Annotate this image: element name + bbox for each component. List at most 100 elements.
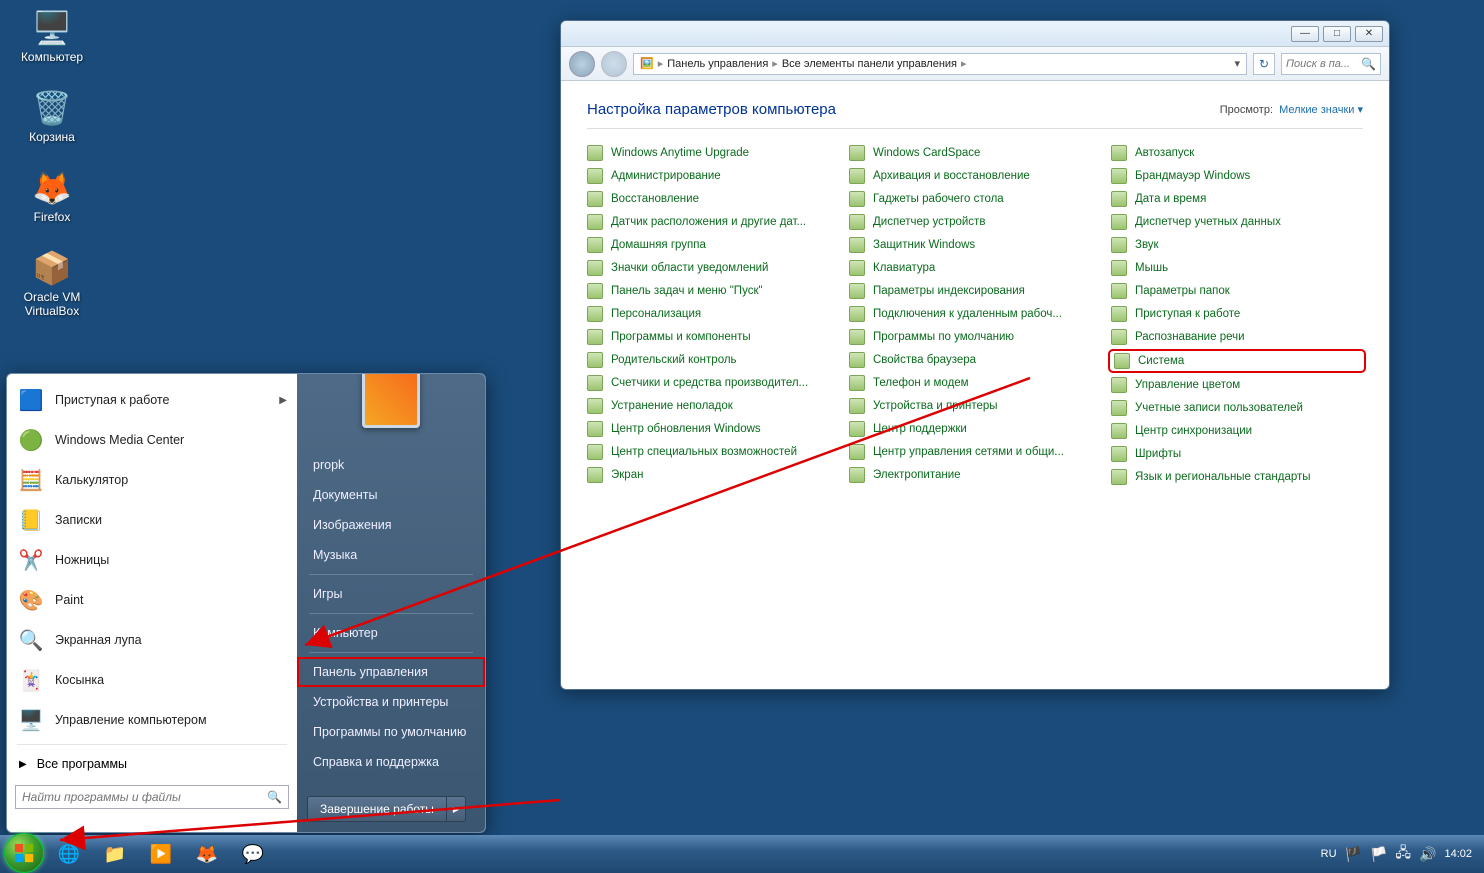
- cp-item[interactable]: Параметры индексирования: [849, 283, 1101, 299]
- cp-item[interactable]: Брандмауэр Windows: [1111, 168, 1363, 184]
- cp-item[interactable]: Программы по умолчанию: [849, 329, 1101, 345]
- cp-item[interactable]: Устранение неполадок: [587, 398, 839, 414]
- cp-item[interactable]: Учетные записи пользователей: [1111, 400, 1363, 416]
- start-item[interactable]: 🟢Windows Media Center: [9, 420, 295, 460]
- breadcrumb[interactable]: 🖼️▸ Панель управления▸ Все элементы пане…: [633, 53, 1247, 75]
- cp-item[interactable]: Клавиатура: [849, 260, 1101, 276]
- all-programs[interactable]: ▶ Все программы: [9, 749, 295, 779]
- start-search[interactable]: 🔍: [15, 785, 289, 809]
- start-right-item[interactable]: Справка и поддержка: [297, 747, 485, 777]
- refresh-button[interactable]: ↻: [1253, 53, 1275, 75]
- start-item[interactable]: 🔍Экранная лупа: [9, 620, 295, 660]
- start-item[interactable]: 🧮Калькулятор: [9, 460, 295, 500]
- cp-item[interactable]: Параметры папок: [1111, 283, 1363, 299]
- start-item[interactable]: 🟦Приступая к работе▶: [9, 380, 295, 420]
- cp-item[interactable]: Центр поддержки: [849, 421, 1101, 437]
- window-titlebar[interactable]: — □ ✕: [561, 21, 1389, 47]
- cp-item[interactable]: Центр синхронизации: [1111, 423, 1363, 439]
- start-right-item[interactable]: Игры: [297, 579, 485, 609]
- cp-item[interactable]: Домашняя группа: [587, 237, 839, 253]
- start-right-item[interactable]: Изображения: [297, 510, 485, 540]
- start-item[interactable]: 🃏Косынка: [9, 660, 295, 700]
- cp-item[interactable]: Панель задач и меню "Пуск": [587, 283, 839, 299]
- tray-network-icon[interactable]: 🖧: [1395, 842, 1411, 866]
- maximize-button[interactable]: □: [1323, 26, 1351, 42]
- cp-item[interactable]: Распознавание речи: [1111, 329, 1363, 345]
- cp-item[interactable]: Центр управления сетями и общи...: [849, 444, 1101, 460]
- cp-item[interactable]: Система: [1111, 352, 1363, 370]
- start-item[interactable]: 📒Записки: [9, 500, 295, 540]
- cp-item[interactable]: Администрирование: [587, 168, 839, 184]
- taskbar-pinned-app[interactable]: 🌐: [48, 839, 90, 869]
- cp-item[interactable]: Windows CardSpace: [849, 145, 1101, 161]
- cp-item[interactable]: Устройства и принтеры: [849, 398, 1101, 414]
- breadcrumb-seg1[interactable]: Панель управления: [667, 58, 768, 70]
- shutdown-menu-button[interactable]: ▸: [446, 796, 466, 822]
- cp-item[interactable]: Подключения к удаленным рабоч...: [849, 306, 1101, 322]
- nav-back-button[interactable]: [569, 51, 595, 77]
- cp-item[interactable]: Экран: [587, 467, 839, 483]
- tray-flag-icon[interactable]: 🏴: [1345, 846, 1362, 863]
- breadcrumb-seg2[interactable]: Все элементы панели управления: [782, 58, 957, 70]
- nav-forward-button[interactable]: [601, 51, 627, 77]
- cp-item[interactable]: Счетчики и средства производител...: [587, 375, 839, 391]
- cp-item[interactable]: Восстановление: [587, 191, 839, 207]
- start-right-item[interactable]: Музыка: [297, 540, 485, 570]
- cp-item[interactable]: Родительский контроль: [587, 352, 839, 368]
- cp-item[interactable]: Персонализация: [587, 306, 839, 322]
- cp-item[interactable]: Значки области уведомлений: [587, 260, 839, 276]
- search-input[interactable]: [1286, 58, 1356, 70]
- cp-item[interactable]: Шрифты: [1111, 446, 1363, 462]
- tray-action-center-icon[interactable]: 🏳️: [1370, 846, 1387, 863]
- minimize-button[interactable]: —: [1291, 26, 1319, 42]
- start-button[interactable]: [4, 833, 44, 873]
- search-box[interactable]: 🔍: [1281, 53, 1381, 75]
- cp-item[interactable]: Звук: [1111, 237, 1363, 253]
- shutdown-button[interactable]: Завершение работы: [307, 796, 446, 822]
- cp-item[interactable]: Программы и компоненты: [587, 329, 839, 345]
- cp-item[interactable]: Язык и региональные стандарты: [1111, 469, 1363, 485]
- cp-item[interactable]: Защитник Windows: [849, 237, 1101, 253]
- cp-item[interactable]: Свойства браузера: [849, 352, 1101, 368]
- desktop-icon-компьютер[interactable]: 🖥️Компьютер: [12, 8, 92, 64]
- cp-item[interactable]: Дата и время: [1111, 191, 1363, 207]
- user-avatar[interactable]: [362, 373, 420, 428]
- cp-item[interactable]: Центр специальных возможностей: [587, 444, 839, 460]
- start-search-input[interactable]: [22, 790, 267, 804]
- cp-item[interactable]: Автозапуск: [1111, 145, 1363, 161]
- desktop-icon-oracle-vm-virtualbox[interactable]: 📦Oracle VM VirtualBox: [12, 248, 92, 318]
- start-user[interactable]: propk: [297, 450, 485, 480]
- start-item[interactable]: ✂️Ножницы: [9, 540, 295, 580]
- cp-item[interactable]: Приступая к работе: [1111, 306, 1363, 322]
- cp-item[interactable]: Windows Anytime Upgrade: [587, 145, 839, 161]
- chevron-right-icon: ▶: [19, 759, 27, 770]
- start-item[interactable]: 🖥️Управление компьютером: [9, 700, 295, 740]
- cp-item[interactable]: Электропитание: [849, 467, 1101, 483]
- cp-item[interactable]: Центр обновления Windows: [587, 421, 839, 437]
- desktop-icon-корзина[interactable]: 🗑️Корзина: [12, 88, 92, 144]
- tray-clock[interactable]: 14:02: [1444, 848, 1472, 860]
- start-right-item[interactable]: Устройства и принтеры: [297, 687, 485, 717]
- taskbar-pinned-app[interactable]: 💬: [232, 839, 274, 869]
- tray-lang[interactable]: RU: [1321, 848, 1337, 860]
- taskbar-pinned-app[interactable]: 📁: [94, 839, 136, 869]
- cp-item[interactable]: Гаджеты рабочего стола: [849, 191, 1101, 207]
- desktop-icon-firefox[interactable]: 🦊Firefox: [12, 168, 92, 224]
- cp-item[interactable]: Диспетчер устройств: [849, 214, 1101, 230]
- cp-item[interactable]: Архивация и восстановление: [849, 168, 1101, 184]
- close-button[interactable]: ✕: [1355, 26, 1383, 42]
- tray-volume-icon[interactable]: 🔊: [1419, 846, 1436, 863]
- cp-item[interactable]: Датчик расположения и другие дат...: [587, 214, 839, 230]
- start-item[interactable]: 🎨Paint: [9, 580, 295, 620]
- cp-item[interactable]: Управление цветом: [1111, 377, 1363, 393]
- taskbar-pinned-app[interactable]: 🦊: [186, 839, 228, 869]
- start-right-item[interactable]: Программы по умолчанию: [297, 717, 485, 747]
- start-right-item[interactable]: Панель управления: [297, 657, 485, 687]
- start-right-item[interactable]: Документы: [297, 480, 485, 510]
- cp-item[interactable]: Телефон и модем: [849, 375, 1101, 391]
- start-right-item[interactable]: Компьютер: [297, 618, 485, 648]
- taskbar-pinned-app[interactable]: ▶️: [140, 839, 182, 869]
- view-mode-link[interactable]: Мелкие значки ▾: [1279, 104, 1363, 116]
- cp-item[interactable]: Диспетчер учетных данных: [1111, 214, 1363, 230]
- cp-item[interactable]: Мышь: [1111, 260, 1363, 276]
